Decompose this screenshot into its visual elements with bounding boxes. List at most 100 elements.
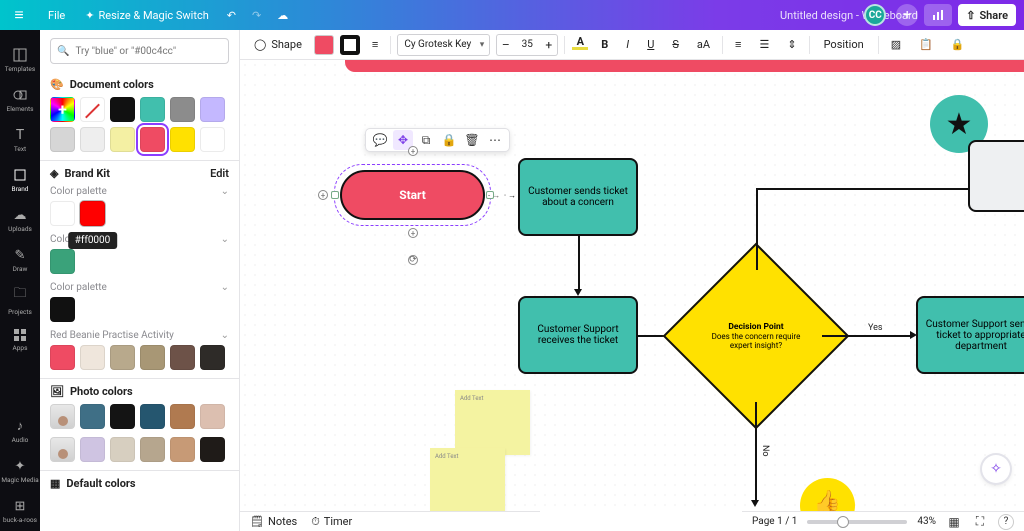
page-indicator[interactable]: Page 1 / 1 (752, 516, 797, 527)
color-swatch[interactable] (50, 201, 75, 226)
color-swatch[interactable] (170, 127, 195, 152)
font-size-increase[interactable]: + (540, 34, 558, 56)
help-icon[interactable]: ? (998, 514, 1014, 530)
node-customer-ticket[interactable]: Customer sends ticket about a concern (518, 158, 638, 236)
color-swatch[interactable] (50, 127, 75, 152)
node-support-receives[interactable]: Customer Support receives the ticket (518, 296, 638, 374)
add-color-button[interactable]: + (50, 97, 75, 122)
rail-audio[interactable]: ♪Audio (0, 411, 40, 451)
color-swatch[interactable] (170, 345, 195, 370)
no-color-swatch[interactable] (80, 97, 105, 122)
fill-color-chip[interactable] (314, 35, 334, 55)
whiteboard-canvas[interactable]: 💬 ✥ ⧉ 🔒 🗑 ⋯ Start ⟳ - → · → Customer sen… (240, 60, 1024, 511)
avatar[interactable]: CC (864, 4, 886, 26)
rail-buckaroos[interactable]: ⊞buck-a-roos (0, 491, 40, 531)
fullscreen-icon[interactable]: ⛶ (972, 514, 988, 530)
font-size-value[interactable]: 35 (514, 34, 540, 56)
delete-icon[interactable]: 🗑 (462, 130, 482, 150)
color-swatch[interactable] (110, 97, 135, 122)
font-family-select[interactable]: Cy Grotesk Key (397, 34, 490, 56)
rail-apps[interactable]: Apps (0, 320, 40, 360)
brand-kit-edit-button[interactable]: Edit (210, 167, 229, 180)
resize-handle[interactable] (331, 191, 339, 199)
color-swatch[interactable] (200, 97, 225, 122)
text-color-button[interactable]: A (571, 36, 589, 54)
rail-brand[interactable]: Brand (0, 160, 40, 200)
shape-grey-rect[interactable] (968, 140, 1024, 212)
color-swatch[interactable] (50, 297, 75, 322)
timer-button[interactable]: ⏱Timer (311, 515, 352, 529)
text-case-button[interactable]: aA (691, 34, 716, 56)
color-swatch[interactable] (140, 345, 165, 370)
font-size-decrease[interactable]: – (496, 34, 514, 56)
edge-connector-top[interactable] (408, 146, 418, 156)
more-icon[interactable]: ⋯ (485, 130, 505, 150)
color-search-field[interactable] (75, 46, 222, 57)
rail-elements[interactable]: Elements (0, 80, 40, 120)
color-swatch-red[interactable]: #ff0000 (80, 201, 105, 226)
rail-draw[interactable]: ✎Draw (0, 240, 40, 280)
color-swatch[interactable] (170, 97, 195, 122)
connector-start-right[interactable]: - → (488, 191, 500, 200)
connector[interactable] (578, 236, 580, 291)
zoom-value[interactable]: 43% (917, 516, 936, 527)
duplicate-icon[interactable]: ⧉ (416, 130, 436, 150)
color-swatch[interactable] (80, 437, 105, 462)
share-button[interactable]: ⇧ Share (958, 4, 1016, 26)
font-size-stepper[interactable]: – 35 + (496, 34, 558, 56)
menu-icon[interactable]: ≡ (0, 0, 38, 30)
expand-icon[interactable]: ⌄ (221, 282, 229, 293)
color-swatch[interactable] (140, 97, 165, 122)
node-forward-dept[interactable]: Customer Support sends ticket to appropr… (916, 296, 1024, 374)
position-button[interactable]: Position (816, 34, 872, 56)
color-swatch[interactable] (80, 345, 105, 370)
comment-icon[interactable]: 💬 (370, 130, 390, 150)
connector[interactable] (756, 188, 758, 270)
lock-icon[interactable]: 🔒 (439, 130, 459, 150)
color-swatch[interactable] (50, 249, 75, 274)
color-swatch[interactable] (80, 404, 105, 429)
italic-button[interactable]: I (620, 34, 635, 56)
add-collaborator-button[interactable]: + (896, 4, 918, 26)
copy-style-button[interactable]: 📋 (913, 34, 939, 56)
color-swatch[interactable] (110, 345, 135, 370)
sticky-note[interactable]: Add Text (430, 448, 505, 511)
undo-icon[interactable]: ↶ (219, 0, 244, 30)
lock-button[interactable]: 🔒 (945, 34, 971, 56)
resize-magic-menu[interactable]: ✦ Resize & Magic Switch (75, 0, 219, 30)
align-button[interactable]: ≡ (729, 34, 747, 56)
color-swatch[interactable] (110, 437, 135, 462)
color-swatch[interactable] (140, 437, 165, 462)
border-color-chip[interactable] (340, 35, 360, 55)
color-swatch[interactable] (80, 127, 105, 152)
sticky-note[interactable]: Add Text (455, 390, 530, 455)
color-swatch[interactable] (50, 345, 75, 370)
color-swatch[interactable] (110, 127, 135, 152)
color-swatch[interactable] (140, 404, 165, 429)
redo-icon[interactable]: ↷ (244, 0, 269, 30)
list-button[interactable]: ☰ (753, 34, 775, 56)
border-style-button[interactable]: ≡ (366, 34, 384, 56)
color-swatch[interactable] (170, 404, 195, 429)
color-swatch[interactable] (200, 127, 225, 152)
color-swatch[interactable] (200, 345, 225, 370)
edge-connector-left[interactable] (318, 190, 328, 200)
rail-projects[interactable]: 🗀Projects (0, 280, 40, 320)
connector-no[interactable] (755, 402, 757, 502)
rail-templates[interactable]: Templates (0, 40, 40, 80)
grid-view-icon[interactable]: ▦ (946, 514, 962, 530)
node-decision[interactable]: Decision PointDoes the concern require e… (690, 270, 822, 402)
expand-icon[interactable]: ⌄ (221, 234, 229, 245)
expand-icon[interactable]: ⌄ (221, 330, 229, 341)
rail-text[interactable]: TText (0, 120, 40, 160)
file-menu[interactable]: File (38, 0, 75, 30)
shape-thumbs-up[interactable]: 👍 (800, 478, 855, 511)
spacing-button[interactable]: ⇕ (781, 34, 802, 56)
color-swatch[interactable] (200, 437, 225, 462)
shape-menu-button[interactable]: ◯ Shape (248, 34, 308, 56)
transparency-button[interactable]: ▨ (885, 34, 907, 56)
color-swatch[interactable] (110, 404, 135, 429)
photo-thumb[interactable] (50, 404, 75, 429)
magic-ai-fab[interactable]: ✧ (982, 455, 1010, 483)
connector-yes[interactable] (822, 335, 912, 337)
